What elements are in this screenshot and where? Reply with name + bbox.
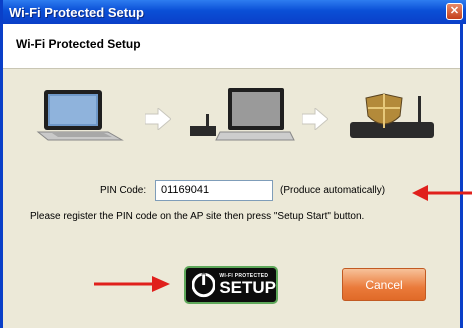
red-arrow-icon <box>94 276 170 292</box>
close-button[interactable]: ✕ <box>446 3 463 20</box>
title-bar[interactable]: Wi-Fi Protected Setup ✕ <box>3 0 466 24</box>
wps-setup-button[interactable]: WI-FI PROTECTED SETUP <box>184 266 278 304</box>
router-shield-icon <box>350 93 434 138</box>
pin-code-label: PIN Code: <box>100 185 147 196</box>
arrow-right-icon <box>302 108 328 130</box>
instructions-text: Please register the PIN code on the AP s… <box>30 211 365 222</box>
router-laptop-icon <box>190 88 295 141</box>
pin-auto-note: (Produce automatically) <box>280 185 386 196</box>
pin-code-field[interactable]: 01169041 <box>155 180 273 201</box>
close-icon: ✕ <box>449 5 460 17</box>
window-title: Wi-Fi Protected Setup <box>9 4 144 20</box>
wps-logo-icon <box>192 272 216 298</box>
wps-setup-label: SETUP <box>219 278 276 297</box>
laptop-icon <box>36 90 124 141</box>
page-title: Wi-Fi Protected Setup <box>16 37 141 51</box>
red-arrow-icon <box>412 185 472 201</box>
cancel-button[interactable]: Cancel <box>342 268 426 301</box>
arrow-right-icon <box>145 108 171 130</box>
